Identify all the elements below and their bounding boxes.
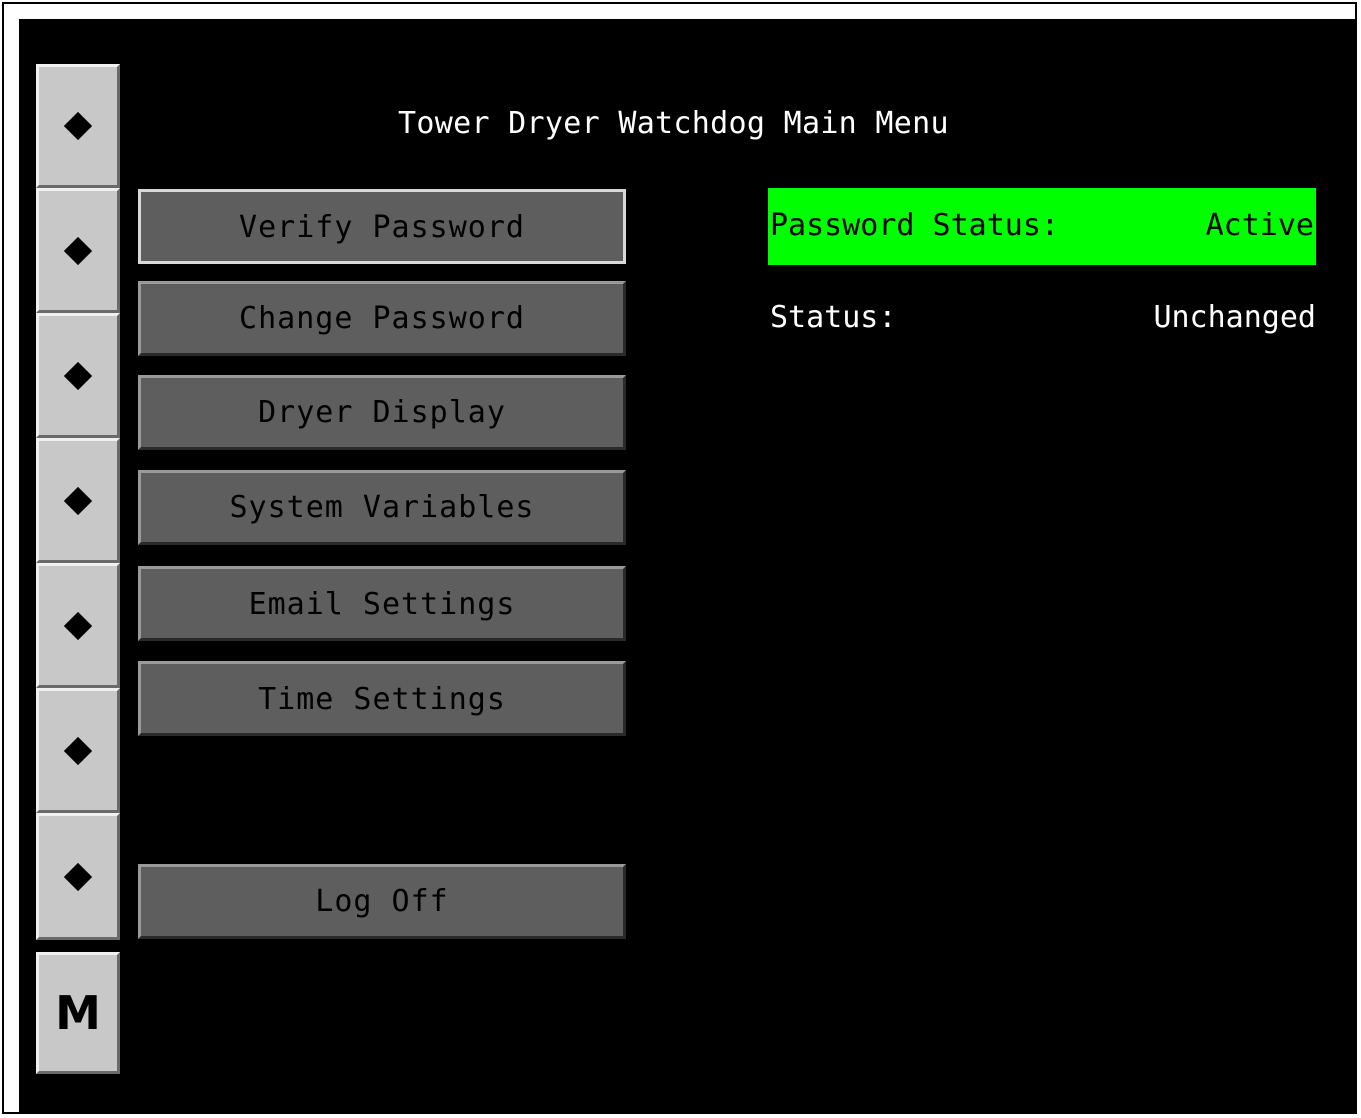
dryer-display-label: Dryer Display (258, 395, 506, 430)
email-settings-label: Email Settings (248, 587, 516, 622)
time-settings-label: Time Settings (258, 682, 506, 717)
dryer-display-button[interactable]: Dryer Display (138, 375, 626, 450)
verify-password-button[interactable]: Verify Password (138, 189, 626, 264)
system-variables-label: System Variables (229, 490, 535, 525)
change-password-button[interactable]: Change Password (138, 281, 626, 356)
status-label: Status: (770, 300, 897, 335)
menu-key-m[interactable]: M (36, 952, 120, 1074)
page-title: Tower Dryer Watchdog Main Menu (398, 106, 949, 141)
diamond-icon (63, 236, 93, 265)
status-value: Unchanged (1153, 300, 1316, 335)
password-status-label: Password Status: (770, 208, 1059, 243)
diamond-icon (63, 862, 93, 891)
side-key-1[interactable] (36, 64, 120, 188)
side-key-4[interactable] (36, 438, 120, 563)
diamond-icon (63, 486, 93, 515)
side-key-2[interactable] (36, 188, 120, 313)
side-key-5[interactable] (36, 563, 120, 688)
diamond-icon (63, 361, 93, 390)
verify-password-label: Verify Password (239, 210, 525, 245)
status-row: Status: Unchanged (770, 300, 1316, 340)
diamond-icon (63, 611, 93, 640)
side-key-6[interactable] (36, 688, 120, 813)
email-settings-button[interactable]: Email Settings (138, 566, 626, 641)
side-key-7[interactable] (36, 813, 120, 940)
diamond-icon (63, 111, 93, 141)
diamond-icon (63, 736, 93, 765)
log-off-button[interactable]: Log Off (138, 864, 626, 939)
log-off-label: Log Off (315, 884, 449, 919)
password-status-value: Active (1205, 208, 1314, 243)
menu-key-label: M (55, 986, 101, 1040)
side-key-3[interactable] (36, 313, 120, 438)
time-settings-button[interactable]: Time Settings (138, 661, 626, 736)
system-variables-button[interactable]: System Variables (138, 470, 626, 545)
password-status-panel: Password Status: Active (768, 188, 1316, 265)
change-password-label: Change Password (239, 301, 525, 336)
